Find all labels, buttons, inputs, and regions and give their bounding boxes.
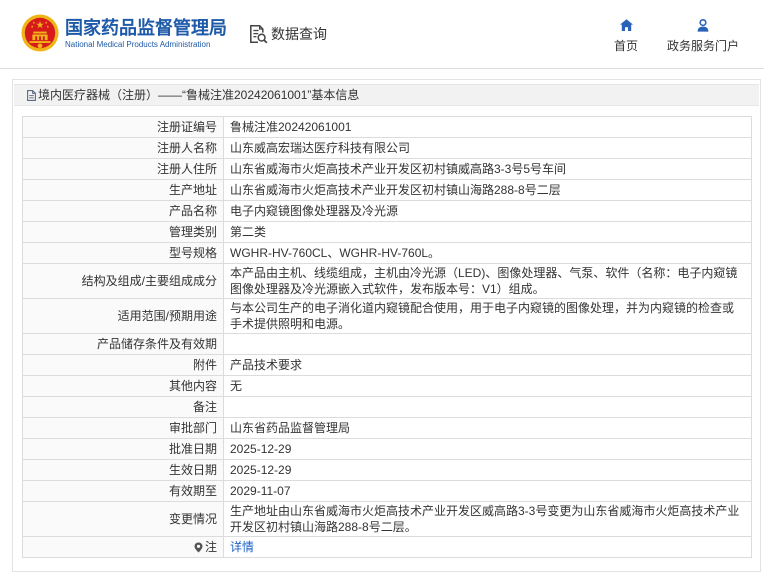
panel-title-bar: 境内医疗器械（注册）——“鲁械注准20242061001”基本信息	[14, 84, 759, 106]
field-label: 备注	[23, 397, 224, 417]
row-registrant-name: 注册人名称 山东威高宏瑞达医疗科技有限公司	[23, 138, 751, 159]
field-value: 电子内窥镜图像处理器及冷光源	[230, 204, 399, 218]
field-value: 2025-12-29	[230, 463, 292, 477]
field-value: 本产品由主机、线缆组成，主机由冷光源（LED)、图像处理器、气泵、软件（名称：电…	[230, 266, 738, 296]
field-label: 注册人名称	[23, 138, 224, 158]
org-name-en: National Medical Products Administration	[65, 40, 211, 49]
data-query-link[interactable]: 数据查询	[249, 23, 327, 45]
row-structure-composition: 结构及组成/主要组成成分 本产品由主机、线缆组成，主机由冷光源（LED)、图像处…	[23, 264, 751, 299]
row-effective-date: 生效日期 2025-12-29	[23, 460, 751, 481]
field-label: 生效日期	[23, 460, 224, 480]
field-value: 鲁械注准20242061001	[230, 120, 352, 134]
field-label: 适用范围/预期用途	[23, 299, 224, 333]
field-label: 注册证编号	[23, 117, 224, 137]
panel-title: 境内医疗器械（注册）——“鲁械注准20242061001”基本信息	[38, 88, 360, 102]
row-approval-date: 批准日期 2025-12-29	[23, 439, 751, 460]
row-manufacturing-address: 生产地址 山东省威海市火炬高技术产业开发区初村镇山海路288-8号二层	[23, 180, 751, 201]
field-value: 产品技术要求	[230, 358, 303, 372]
document-icon	[27, 89, 36, 101]
home-icon	[619, 18, 633, 32]
field-label: 注	[23, 537, 224, 557]
field-value: 山东省威海市火炬高技术产业开发区初村镇山海路288-8号二层	[230, 183, 561, 197]
row-registration-number: 注册证编号 鲁械注准20242061001	[23, 117, 751, 138]
row-note: 注 详情	[23, 537, 751, 558]
field-label: 其他内容	[23, 376, 224, 396]
field-label: 审批部门	[23, 418, 224, 438]
field-value: 2029-11-07	[230, 484, 291, 498]
field-label-text: 注	[204, 540, 217, 554]
section-title: 数据查询	[271, 26, 327, 42]
field-label: 注册人住所	[23, 159, 224, 179]
field-value: 第二类	[230, 225, 267, 239]
field-value: 山东省威海市火炬高技术产业开发区初村镇威高路3-3号5号车间	[230, 162, 567, 176]
national-emblem-logo	[21, 14, 59, 52]
header-divider	[0, 68, 764, 69]
row-change-history: 变更情况 生产地址由山东省威海市火炬高技术产业开发区威高路3-3号变更为山东省威…	[23, 502, 751, 537]
field-value	[224, 397, 751, 417]
field-label: 变更情况	[23, 502, 224, 536]
field-value: WGHR-HV-760CL、WGHR-HV-760L。	[230, 246, 441, 260]
field-label: 有效期至	[23, 481, 224, 501]
field-value: 2025-12-29	[230, 442, 292, 456]
site-logo-link[interactable]: 国家药品监督管理局 National Medical Products Admi…	[20, 13, 234, 55]
row-expiry-date: 有效期至 2029-11-07	[23, 481, 751, 502]
row-storage-conditions: 产品储存条件及有效期	[23, 334, 751, 355]
field-label: 批准日期	[23, 439, 224, 459]
row-approval-department: 审批部门 山东省药品监督管理局	[23, 418, 751, 439]
field-label: 附件	[23, 355, 224, 375]
nav-home-label: 首页	[613, 39, 638, 53]
nav-service-portal-link[interactable]: 政务服务门户	[665, 18, 741, 53]
nav-service-portal-label: 政务服务门户	[666, 39, 739, 53]
field-label: 管理类别	[23, 222, 224, 242]
device-info-panel: 境内医疗器械（注册）——“鲁械注准20242061001”基本信息 注册证编号 …	[12, 79, 761, 572]
field-label: 产品名称	[23, 201, 224, 221]
registration-info-table: 注册证编号 鲁械注准20242061001 注册人名称 山东威高宏瑞达医疗科技有…	[22, 116, 752, 558]
field-label: 型号规格	[23, 243, 224, 263]
document-search-icon	[249, 24, 268, 44]
pin-icon	[194, 542, 203, 553]
user-icon	[697, 18, 709, 32]
org-name-cn: 国家药品监督管理局	[65, 18, 227, 38]
row-remarks: 备注	[23, 397, 751, 418]
row-product-name: 产品名称 电子内窥镜图像处理器及冷光源	[23, 201, 751, 222]
site-header: 国家药品监督管理局 National Medical Products Admi…	[0, 0, 764, 68]
row-intended-use: 适用范围/预期用途 与本公司生产的电子消化道内窥镜配合使用，用于电子内窥镜的图像…	[23, 299, 751, 334]
row-management-class: 管理类别 第二类	[23, 222, 751, 243]
field-value: 无	[230, 379, 243, 393]
field-label: 生产地址	[23, 180, 224, 200]
field-value: 山东省药品监督管理局	[230, 421, 351, 435]
details-link[interactable]: 详情	[230, 539, 254, 555]
field-value: 山东威高宏瑞达医疗科技有限公司	[230, 141, 411, 155]
row-model-specification: 型号规格 WGHR-HV-760CL、WGHR-HV-760L。	[23, 243, 751, 264]
field-label: 产品储存条件及有效期	[23, 334, 224, 354]
field-value: 生产地址由山东省威海市火炬高技术产业开发区威高路3-3号变更为山东省威海市火炬高…	[230, 504, 740, 534]
row-registrant-address: 注册人住所 山东省威海市火炬高技术产业开发区初村镇威高路3-3号5号车间	[23, 159, 751, 180]
nav-home-link[interactable]: 首页	[611, 18, 641, 53]
row-other-content: 其他内容 无	[23, 376, 751, 397]
field-value: 与本公司生产的电子消化道内窥镜配合使用，用于电子内窥镜的图像处理，并为内窥镜的检…	[230, 301, 735, 331]
field-value: 详情	[224, 537, 751, 557]
row-accessories: 附件 产品技术要求	[23, 355, 751, 376]
field-value	[224, 334, 751, 354]
field-label: 结构及组成/主要组成成分	[23, 264, 224, 298]
